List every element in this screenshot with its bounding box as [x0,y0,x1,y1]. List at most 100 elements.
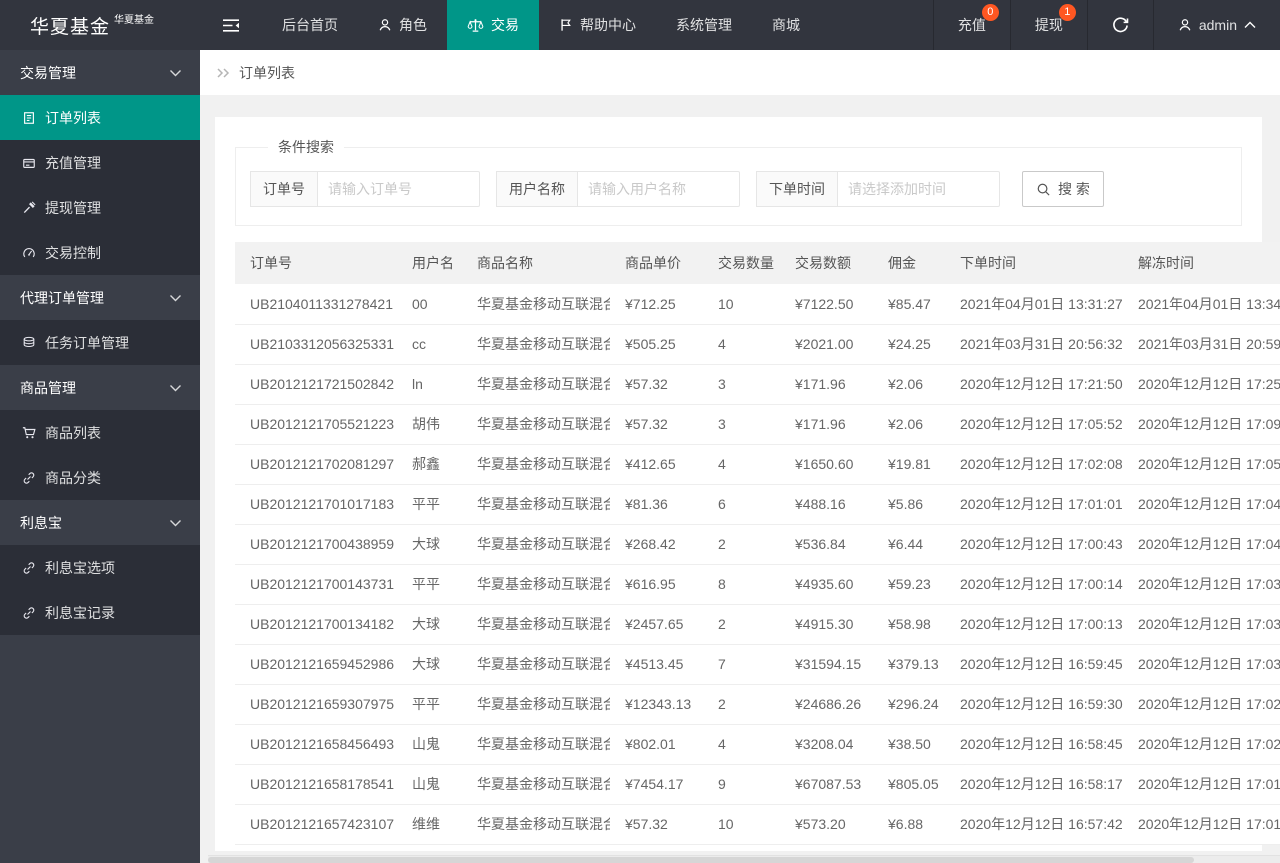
table-cell: 2020年12月12日 17:00:13 [945,604,1123,645]
double-chevron-right-icon [216,67,231,79]
table-cell: 8 [703,564,780,605]
table-row: UB2012121700438959 大球 华夏基金移动互联混合 ¥268.42 2 ¥5… [235,524,1280,565]
cart-icon [22,426,36,440]
table-cell: ¥2.06 [873,404,945,445]
sidebar-item-interest-records[interactable]: 利息宝记录 [0,590,200,635]
horizontal-scrollbar-thumb[interactable] [208,857,1195,863]
collapse-sidebar-button[interactable] [200,0,262,50]
table-cell: 2 [703,684,780,725]
sidebar-group-product-management[interactable]: 商品管理 [0,365,200,410]
hamburger-icon [222,18,240,33]
withdraw-hammer-icon [22,201,36,215]
table-cell: ¥2021.00 [780,324,873,365]
search-panel: 条件搜索 订单号 用户名称 下单时间 [235,137,1242,226]
order-time-input[interactable] [837,171,1000,207]
sidebar-group-agent-orders[interactable]: 代理订单管理 [0,275,200,320]
table-cell: 4 [703,324,780,365]
horizontal-scrollbar[interactable] [208,855,1280,863]
table-cell: ¥4915.30 [780,604,873,645]
table-cell: ¥57.32 [610,364,703,405]
table-cell: 2020年12月12日 17:00:14 [945,564,1123,605]
table-row: UB2012121700134182 大球 华夏基金移动互联混合 ¥2457.65 2 ¥… [235,604,1280,645]
table-row: UB2012121658456493 山鬼 华夏基金移动互联混合 ¥802.01 4 ¥3… [235,724,1280,765]
sidebar-item-task-orders[interactable]: 任务订单管理 [0,320,200,365]
table-cell: 大球 [397,604,462,645]
refresh-icon [1112,17,1129,34]
order-list-icon [22,111,36,125]
table-row: UB2012121658178541 山鬼 华夏基金移动互联混合 ¥7454.17 9 ¥… [235,764,1280,805]
table-cell: 7 [703,644,780,685]
sidebar-item-interest-options[interactable]: 利息宝选项 [0,545,200,590]
table-cell: 华夏基金移动互联混合 [462,364,610,405]
sidebar-item-withdraw-management[interactable]: 提现管理 [0,185,200,230]
refresh-button[interactable] [1086,0,1153,50]
chevron-down-icon [169,519,182,527]
table-cell: 大球 [397,524,462,565]
table-cell: 华夏基金移动互联混合 [462,804,610,845]
table-cell: 2020年12月12日 17:03:34 [1123,564,1280,605]
link-icon [22,561,36,575]
table-cell: 2020年12月12日 17:03:32 [1123,604,1280,645]
table-cell: 平平 [397,564,462,605]
table-cell: ¥4513.45 [610,644,703,685]
table-cell: UB2012121702081297 [235,444,397,485]
nav-item-help-center[interactable]: 帮助中心 [539,0,656,50]
table-cell: 6 [703,484,780,525]
table-cell: ln [397,364,462,405]
sidebar-group-interest-treasure[interactable]: 利息宝 [0,500,200,545]
table-cell: ¥7122.50 [780,284,873,325]
nav-item-mall[interactable]: 商城 [752,0,820,50]
layers-icon [22,336,36,350]
nav-item-roles[interactable]: 角色 [358,0,447,50]
table-header-row: 订单号 用户名 商品名称 商品单价 交易数量 交易数额 佣金 下单时间 解冻时间 [235,242,1280,284]
table-cell: ¥6.44 [873,524,945,565]
table-cell: 2020年12月12日 16:59:45 [945,644,1123,685]
table-cell: ¥296.24 [873,684,945,725]
table-cell: 2020年12月12日 17:05:29 [1123,444,1280,485]
nav-item-system[interactable]: 系统管理 [656,0,752,50]
sidebar-item-product-list[interactable]: 商品列表 [0,410,200,455]
nav-item-dashboard[interactable]: 后台首页 [262,0,358,50]
recharge-button[interactable]: 充值 0 [932,0,1010,50]
table-cell: 2020年12月12日 17:01:35 [1123,764,1280,805]
column-header: 佣金 [873,242,945,284]
sidebar-item-order-list[interactable]: 订单列表 [0,95,200,140]
table-cell: 华夏基金移动互联混合 [462,484,610,525]
chevron-up-icon [1244,21,1256,29]
nav-item-trade[interactable]: 交易 [447,0,539,50]
table-cell: 2020年12月12日 16:58:17 [945,764,1123,805]
table-row: UB2012121659307975 平平 华夏基金移动互联混合 ¥12343.13 2… [235,684,1280,725]
sidebar-item-recharge-management[interactable]: 充值管理 [0,140,200,185]
table-cell: ¥57.32 [610,404,703,445]
column-header: 订单号 [235,242,397,284]
table-cell: 2 [703,604,780,645]
username-input[interactable] [577,171,740,207]
table-cell: ¥85.47 [873,284,945,325]
sidebar-item-product-category[interactable]: 商品分类 [0,455,200,500]
table-cell: 2020年12月12日 17:05:52 [945,404,1123,445]
table-cell: ¥24686.26 [780,684,873,725]
sidebar-item-trade-control[interactable]: 交易控制 [0,230,200,275]
table-row: UB2012121700143731 平平 华夏基金移动互联混合 ¥616.95 8 ¥4… [235,564,1280,605]
brand-superscript: 华夏基金 [114,14,155,26]
table-cell: 华夏基金移动互联混合 [462,644,610,685]
table-cell: ¥24.25 [873,324,945,365]
column-header: 商品名称 [462,242,610,284]
user-name: admin [1198,17,1237,33]
table-cell: ¥5.86 [873,484,945,525]
table-cell: ¥171.96 [780,364,873,405]
table-cell: ¥616.95 [610,564,703,605]
user-menu[interactable]: admin [1152,0,1280,50]
sidebar-group-trade-management[interactable]: 交易管理 [0,50,200,95]
withdraw-button[interactable]: 提现 1 [1009,0,1087,50]
table-cell: 3 [703,364,780,405]
order-no-field: 订单号 [250,171,480,207]
search-button[interactable]: 搜 索 [1022,171,1104,207]
table-cell: 2020年12月12日 16:57:42 [945,804,1123,845]
table-cell: 2020年12月12日 17:25:08 [1123,364,1280,405]
order-no-input[interactable] [317,171,480,207]
table-cell: 2020年12月12日 17:04:28 [1123,484,1280,525]
table-cell: ¥58.98 [873,604,945,645]
table-cell: 平平 [397,684,462,725]
recharge-badge: 0 [981,4,999,21]
